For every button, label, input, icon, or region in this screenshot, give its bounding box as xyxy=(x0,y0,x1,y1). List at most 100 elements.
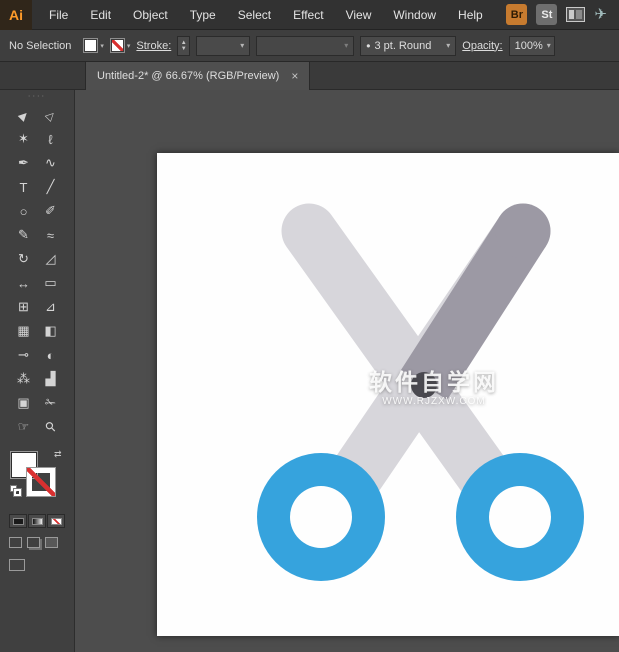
zoom-tool-icon: ⚲ xyxy=(41,418,59,436)
blend-tool[interactable]: ◐ xyxy=(37,343,64,367)
width-profile-arrow-icon[interactable]: ▾ xyxy=(344,41,348,50)
fill-dropdown-arrow-icon[interactable]: ▾ xyxy=(100,42,104,50)
stroke-swatch-control[interactable]: ▾ xyxy=(110,38,131,53)
fill-swatch[interactable] xyxy=(83,38,98,53)
stroke-panel-link[interactable]: Stroke: xyxy=(136,40,171,52)
stroke-weight-stepper[interactable]: ▲ ▼ xyxy=(177,36,190,56)
blend-tool-icon: ◐ xyxy=(47,348,55,363)
curvature-tool-icon: ∿ xyxy=(45,155,56,171)
brush-arrow-icon[interactable]: ▾ xyxy=(446,41,450,50)
scale-tool[interactable]: ◿ xyxy=(37,247,64,271)
opacity-select[interactable]: 100% ▾ xyxy=(509,36,555,56)
zoom-tool[interactable]: ⚲ xyxy=(37,415,64,439)
free-transform-tool[interactable]: ▭ xyxy=(37,271,64,295)
stroke-proxy[interactable] xyxy=(27,468,55,496)
brush-value: 3 pt. Round xyxy=(374,40,431,52)
selection-tool[interactable]: ▶ xyxy=(10,103,37,127)
color-mode-buttons xyxy=(9,514,65,528)
app-logo: Ai xyxy=(0,0,32,30)
canvas-pasteboard[interactable]: 软件自学网 WWW.RJZXW.COM xyxy=(75,90,619,652)
lasso-tool-icon: ℓ xyxy=(48,132,52,147)
gpu-performance-rocket-icon[interactable]: ✈ xyxy=(594,7,607,22)
rotate-tool[interactable]: ↻ xyxy=(10,247,37,271)
stroke-swatch[interactable] xyxy=(110,38,125,53)
screen-mode-button[interactable] xyxy=(9,559,25,571)
scissors-blade-right-cap[interactable] xyxy=(496,204,551,259)
pen-tool[interactable]: ✒ xyxy=(10,151,37,175)
line-segment-tool[interactable]: ╱ xyxy=(37,175,64,199)
perspective-grid-tool-icon: ⊿ xyxy=(45,299,56,315)
gradient-tool[interactable]: ◧ xyxy=(37,319,64,343)
ellipse-tool[interactable]: ○ xyxy=(10,199,37,223)
stock-button[interactable]: St xyxy=(536,4,557,25)
menu-select[interactable]: Select xyxy=(227,0,282,30)
stroke-weight-arrow-icon[interactable]: ▾ xyxy=(240,41,244,50)
lasso-tool[interactable]: ℓ xyxy=(37,127,64,151)
gradient-button[interactable] xyxy=(28,514,46,528)
magic-wand-tool[interactable]: ✶ xyxy=(10,127,37,151)
type-tool-icon: T xyxy=(20,180,28,195)
opacity-panel-link[interactable]: Opacity: xyxy=(462,40,502,52)
width-profile-select[interactable]: ▾ xyxy=(256,36,354,56)
mesh-tool[interactable]: ▦ xyxy=(10,319,37,343)
direct-selection-tool-icon: ▷ xyxy=(43,107,58,122)
pencil-tool-icon: ✎ xyxy=(18,227,29,243)
artboard[interactable]: 软件自学网 WWW.RJZXW.COM xyxy=(157,153,619,636)
opacity-arrow-icon[interactable]: ▾ xyxy=(547,41,551,50)
menu-effect[interactable]: Effect xyxy=(282,0,334,30)
tab-close-icon[interactable]: × xyxy=(291,70,298,82)
menu-view[interactable]: View xyxy=(335,0,383,30)
opacity-value: 100% xyxy=(515,40,543,52)
stroke-weight-select[interactable]: ▾ xyxy=(196,36,250,56)
draw-behind-button[interactable] xyxy=(27,537,40,548)
scissors-artwork[interactable] xyxy=(157,153,619,636)
illustrator-window: Ai FileEditObjectTypeSelectEffectViewWin… xyxy=(0,0,619,652)
type-tool[interactable]: T xyxy=(10,175,37,199)
menu-edit[interactable]: Edit xyxy=(79,0,122,30)
scissors-pivot[interactable] xyxy=(411,372,437,398)
document-tab[interactable]: Untitled-2* @ 66.67% (RGB/Preview) × xyxy=(85,62,310,90)
hand-tool[interactable]: ☞ xyxy=(10,415,37,439)
fill-swatch-control[interactable]: ▾ xyxy=(83,38,104,53)
menu-type[interactable]: Type xyxy=(179,0,227,30)
pencil-tool[interactable]: ✎ xyxy=(10,223,37,247)
column-graph-tool[interactable]: ▟ xyxy=(37,367,64,391)
direct-selection-tool[interactable]: ▷ xyxy=(37,103,64,127)
curvature-tool[interactable]: ∿ xyxy=(37,151,64,175)
none-button[interactable] xyxy=(47,514,65,528)
default-fill-stroke-icon[interactable] xyxy=(10,485,22,497)
menu-object[interactable]: Object xyxy=(122,0,179,30)
symbol-sprayer-tool[interactable]: ⁂ xyxy=(10,367,37,391)
menu-file[interactable]: File xyxy=(38,0,79,30)
width-tool[interactable]: ↔ xyxy=(10,271,37,295)
gradient-tool-icon: ◧ xyxy=(44,323,56,339)
paintbrush-tool[interactable]: ✐ xyxy=(37,199,64,223)
slice-tool[interactable]: ✁ xyxy=(37,391,64,415)
artboard-tool[interactable]: ▣ xyxy=(10,391,37,415)
draw-inside-button[interactable] xyxy=(45,537,58,548)
menu-bar-right: Br St ✈ xyxy=(506,4,619,25)
free-transform-tool-icon: ▭ xyxy=(44,275,56,291)
mesh-tool-icon: ▦ xyxy=(17,323,29,339)
slice-tool-icon: ✁ xyxy=(45,395,56,411)
menu-help[interactable]: Help xyxy=(447,0,494,30)
stroke-dropdown-arrow-icon[interactable]: ▾ xyxy=(127,42,131,50)
swap-fill-stroke-icon[interactable]: ⇄ xyxy=(54,449,62,460)
brush-preview-icon: • xyxy=(366,41,370,51)
bridge-button[interactable]: Br xyxy=(506,4,527,25)
shaper-tool-icon: ≈ xyxy=(47,228,54,243)
draw-normal-button[interactable] xyxy=(9,537,22,548)
shape-builder-tool[interactable]: ⊞ xyxy=(10,295,37,319)
workspace-switcher-icon[interactable] xyxy=(566,7,585,22)
brush-definition-select[interactable]: • 3 pt. Round ▾ xyxy=(360,36,456,56)
perspective-grid-tool[interactable]: ⊿ xyxy=(37,295,64,319)
menu-window[interactable]: Window xyxy=(382,0,447,30)
stepper-down-icon[interactable]: ▼ xyxy=(181,46,187,52)
ellipse-tool-icon: ○ xyxy=(20,204,28,219)
control-bar: No Selection ▾ ▾ Stroke: ▲ ▼ ▾ ▾ • 3 pt.… xyxy=(0,30,619,62)
toolbar-grid: ▶ ▷ ✶ ℓ ✒ ∿ T ╱ ○ ✐ ✎ ≈ ↻◿↔ ▭ ⊞ ⊿ ▦ ◧ ⊸ ◐ ⁂▟▣ ✁ ☞⚲ xyxy=(10,103,64,439)
toolbar-grip[interactable]: ⋅⋅⋅⋅ xyxy=(0,90,74,103)
color-button[interactable] xyxy=(9,514,27,528)
eyedropper-tool[interactable]: ⊸ xyxy=(10,343,37,367)
shaper-tool[interactable]: ≈ xyxy=(37,223,64,247)
